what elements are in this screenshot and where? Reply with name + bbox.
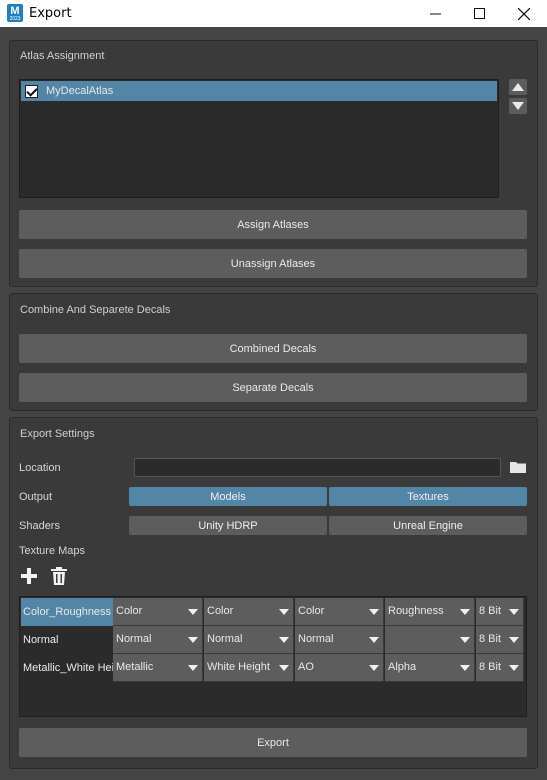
unassign-atlases-button[interactable]: Unassign Atlases: [19, 249, 527, 278]
maya-app-icon: M 2023: [7, 4, 23, 22]
close-button[interactable]: [501, 0, 547, 27]
trash-icon: [51, 567, 67, 585]
close-icon: [518, 7, 530, 20]
texture-maps-table: Color_Roughness Color Color Color Roughn…: [19, 596, 527, 717]
delete-texture-map-button[interactable]: [49, 566, 69, 586]
channel-r-dropdown[interactable]: Metallic: [113, 654, 203, 682]
assign-atlases-button[interactable]: Assign Atlases: [19, 210, 527, 239]
location-field[interactable]: [134, 458, 501, 477]
output-models-toggle[interactable]: Models: [129, 487, 327, 506]
chevron-down-icon: [509, 609, 519, 615]
separate-decals-button[interactable]: Separate Decals: [19, 373, 527, 402]
table-row[interactable]: Color_Roughness Color Color Color Roughn…: [21, 598, 527, 626]
shader-unreal-engine-toggle[interactable]: Unreal Engine: [329, 516, 527, 535]
channel-g-dropdown[interactable]: Color: [204, 598, 294, 626]
chevron-down-icon: [279, 609, 289, 615]
channel-a-dropdown[interactable]: [385, 626, 475, 654]
channel-g-dropdown[interactable]: White Height: [204, 654, 294, 682]
chevron-down-icon: [460, 637, 470, 643]
combined-decals-button[interactable]: Combined Decals: [19, 334, 527, 363]
channel-b-dropdown[interactable]: AO: [295, 654, 384, 682]
title-bar: M 2023 Export: [0, 0, 547, 27]
channel-r-dropdown[interactable]: Normal: [113, 626, 203, 654]
export-settings-title: Export Settings: [20, 428, 95, 440]
window-title: Export: [29, 6, 72, 21]
channel-b-dropdown[interactable]: Normal: [295, 626, 384, 654]
texture-map-name[interactable]: Color_Roughness: [21, 598, 113, 626]
chevron-down-icon: [460, 609, 470, 615]
minimize-icon: [429, 13, 441, 15]
move-up-button[interactable]: [509, 79, 527, 95]
chevron-down-icon: [279, 665, 289, 671]
chevron-down-icon: [460, 665, 470, 671]
export-button[interactable]: Export: [19, 728, 527, 757]
channel-a-dropdown[interactable]: Alpha: [385, 654, 475, 682]
table-row[interactable]: Metallic_White Height Metallic White Hei…: [21, 654, 527, 682]
channel-r-dropdown[interactable]: Color: [113, 598, 203, 626]
output-textures-toggle[interactable]: Textures: [329, 487, 527, 506]
shader-unity-hdrp-toggle[interactable]: Unity HDRP: [129, 516, 327, 535]
bit-depth-dropdown[interactable]: 8 Bit: [476, 626, 524, 654]
output-label: Output: [19, 491, 53, 503]
atlas-checkbox[interactable]: [25, 84, 38, 98]
add-texture-map-button[interactable]: [19, 566, 39, 586]
location-label: Location: [19, 462, 61, 474]
chevron-down-icon: [279, 637, 289, 643]
chevron-down-icon: [188, 665, 198, 671]
atlas-list[interactable]: MyDecalAtlas: [19, 79, 499, 198]
chevron-down-icon: [369, 609, 379, 615]
chevron-down-icon: [188, 637, 198, 643]
atlas-assignment-title: Atlas Assignment: [20, 50, 105, 62]
channel-a-dropdown[interactable]: Roughness: [385, 598, 475, 626]
minimize-button[interactable]: [412, 0, 458, 27]
plus-icon: [21, 568, 37, 584]
bit-depth-dropdown[interactable]: 8 Bit: [476, 654, 524, 682]
channel-g-dropdown[interactable]: Normal: [204, 626, 294, 654]
texture-map-name[interactable]: Normal: [21, 626, 113, 654]
texture-map-name[interactable]: Metallic_White Height: [21, 654, 113, 682]
channel-b-dropdown[interactable]: Color: [295, 598, 384, 626]
arrow-up-icon: [512, 83, 524, 91]
texture-maps-label: Texture Maps: [19, 545, 86, 557]
shaders-label: Shaders: [19, 520, 60, 532]
arrow-down-icon: [512, 102, 524, 110]
chevron-down-icon: [369, 637, 379, 643]
chevron-down-icon: [509, 665, 519, 671]
chevron-down-icon: [509, 637, 519, 643]
table-row[interactable]: Normal Normal Normal Normal 8 Bit: [21, 626, 527, 654]
maximize-button[interactable]: [456, 0, 502, 27]
atlas-item-label: MyDecalAtlas: [46, 85, 114, 97]
chevron-down-icon: [369, 665, 379, 671]
atlas-list-item[interactable]: MyDecalAtlas: [21, 81, 497, 101]
bit-depth-dropdown[interactable]: 8 Bit: [476, 598, 524, 626]
folder-icon[interactable]: [510, 461, 526, 473]
move-down-button[interactable]: [509, 98, 527, 114]
maximize-icon: [473, 8, 485, 19]
chevron-down-icon: [188, 609, 198, 615]
combine-title: Combine And Separete Decals: [20, 304, 171, 316]
